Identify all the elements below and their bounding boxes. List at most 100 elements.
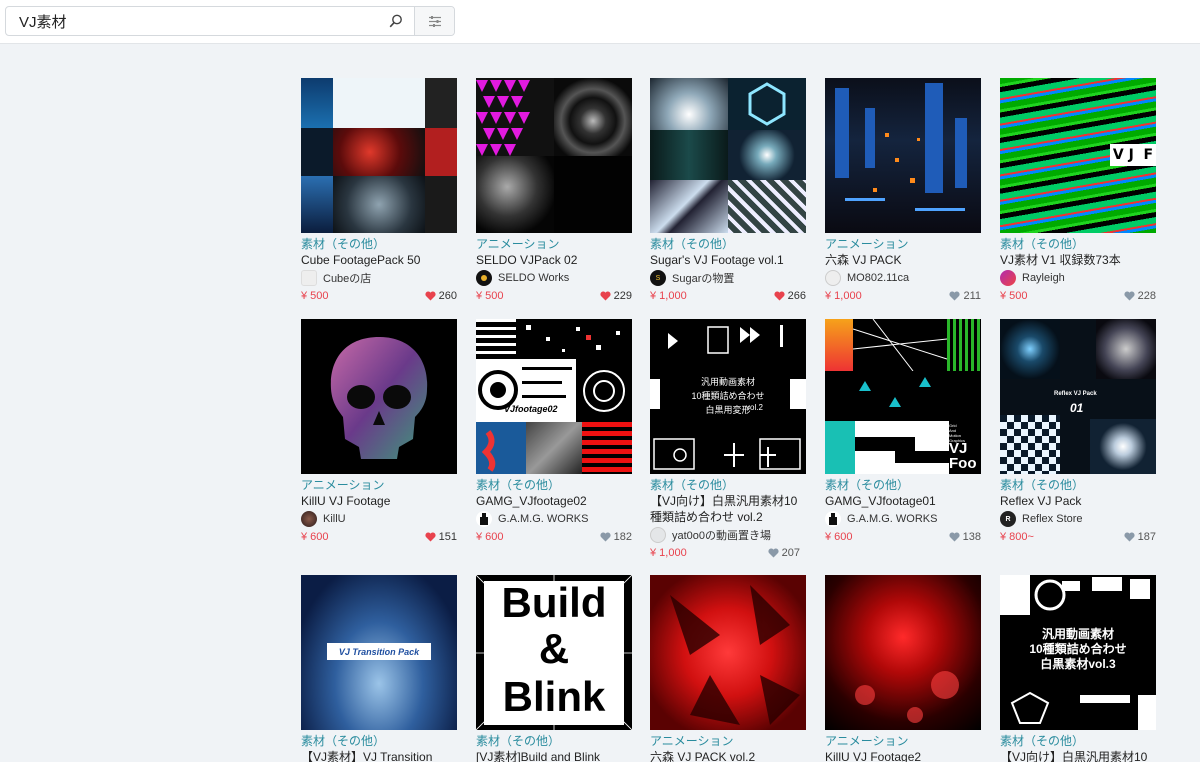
- product-thumbnail[interactable]: 汎用動画素材 10種類詰め合わせ 白黒素材vol.3: [1000, 575, 1156, 730]
- like-button[interactable]: 211: [949, 290, 981, 302]
- product-card[interactable]: Reflex VJ Pack 01 素材（その他） Reflex VJ Pack…: [1000, 319, 1156, 544]
- product-card[interactable]: 素材（その他） Sugar's VJ Footage vol.1 S Sugarの…: [650, 78, 806, 303]
- product-title[interactable]: GAMG_VJfootage02: [476, 493, 632, 509]
- category-label[interactable]: 素材（その他）: [476, 734, 632, 749]
- product-card[interactable]: Build & Blink 素材（その他） [VJ素材]Build and Bl…: [476, 575, 632, 762]
- category-label[interactable]: アニメーション: [650, 734, 806, 749]
- filter-button[interactable]: [414, 7, 454, 35]
- shop-name: SELDO Works: [498, 272, 570, 284]
- thumb-text: Reflex VJ Pack: [1054, 391, 1097, 397]
- product-thumbnail[interactable]: Build & Blink: [476, 575, 632, 730]
- product-card[interactable]: Grid And Motion Graphics VJ Foo 素材（その他） …: [825, 319, 981, 544]
- like-count: 187: [1137, 531, 1156, 543]
- product-title[interactable]: SELDO VJPack 02: [476, 252, 632, 268]
- like-button[interactable]: 266: [774, 290, 806, 302]
- category-label[interactable]: 素材（その他）: [650, 478, 806, 493]
- product-title[interactable]: Reflex VJ Pack: [1000, 493, 1156, 509]
- shop-link[interactable]: Cubeの店: [301, 270, 457, 286]
- search-button[interactable]: [378, 7, 414, 35]
- like-count: 228: [1137, 290, 1156, 302]
- like-count: 260: [438, 290, 457, 302]
- product-title[interactable]: KillU VJ Footage2: [825, 749, 981, 762]
- price: ¥ 600: [825, 531, 853, 543]
- category-label[interactable]: アニメーション: [825, 734, 981, 749]
- product-title[interactable]: KillU VJ Footage: [301, 493, 457, 509]
- product-thumbnail[interactable]: [476, 78, 632, 233]
- product-thumbnail[interactable]: [650, 575, 806, 730]
- thumb-text: VJfootage02: [504, 404, 558, 414]
- category-label[interactable]: 素材（その他）: [1000, 734, 1156, 749]
- product-title[interactable]: 【VJ向け】白黒汎用素材10: [1000, 749, 1156, 762]
- product-title[interactable]: Cube FootagePack 50: [301, 252, 457, 268]
- like-button[interactable]: 187: [1124, 531, 1156, 543]
- like-button[interactable]: 260: [425, 290, 457, 302]
- category-label[interactable]: アニメーション: [476, 237, 632, 252]
- product-thumbnail[interactable]: [825, 78, 981, 233]
- like-button[interactable]: 182: [600, 531, 632, 543]
- product-card[interactable]: V J F 素材（その他） VJ素材 V1 収録数73本 Rayleigh ¥ …: [1000, 78, 1156, 303]
- product-card[interactable]: 汎用動画素材 10種類詰め合わせ 白黒用変形 vol.2 素材（その他） 【VJ…: [650, 319, 806, 560]
- thumb-text: 汎用動画素材 10種類詰め合わせ 白黒用変形: [691, 377, 765, 415]
- product-thumbnail[interactable]: VJ Transition Pack: [301, 575, 457, 730]
- shop-link[interactable]: S Sugarの物置: [650, 270, 806, 286]
- product-title[interactable]: 【VJ向け】白黒汎用素材10種類詰め合わせ vol.2: [650, 493, 806, 525]
- category-label[interactable]: 素材（その他）: [476, 478, 632, 493]
- shop-avatar: [301, 511, 317, 527]
- shop-link[interactable]: Rayleigh: [1000, 270, 1156, 286]
- product-title[interactable]: 六森 VJ PACK vol.2: [650, 749, 806, 762]
- category-label[interactable]: 素材（その他）: [650, 237, 806, 252]
- search-input[interactable]: [6, 7, 378, 35]
- heart-icon: [425, 291, 436, 301]
- shop-link[interactable]: G.A.M.G. WORKS: [476, 511, 632, 527]
- like-button[interactable]: 229: [600, 290, 632, 302]
- shop-link[interactable]: yat0o0の動画置き場: [650, 527, 806, 543]
- category-label[interactable]: 素材（その他）: [1000, 478, 1156, 493]
- like-button[interactable]: 207: [768, 547, 800, 559]
- like-button[interactable]: 138: [949, 531, 981, 543]
- product-card[interactable]: VJ Transition Pack 素材（その他） 【VJ素材】VJ Tran…: [301, 575, 457, 762]
- category-label[interactable]: アニメーション: [825, 237, 981, 252]
- product-title[interactable]: GAMG_VJfootage01: [825, 493, 981, 509]
- category-label[interactable]: 素材（その他）: [1000, 237, 1156, 252]
- shop-avatar: S: [650, 270, 666, 286]
- product-thumbnail[interactable]: [301, 78, 457, 233]
- heart-icon: [774, 291, 785, 301]
- product-card[interactable]: アニメーション 六森 VJ PACK MO802.11ca ¥ 1,000 211: [825, 78, 981, 303]
- product-title[interactable]: [VJ素材]Build and Blink: [476, 749, 632, 762]
- product-title[interactable]: 六森 VJ PACK: [825, 252, 981, 268]
- product-thumbnail[interactable]: Grid And Motion Graphics VJ Foo: [825, 319, 981, 474]
- category-label[interactable]: 素材（その他）: [301, 734, 457, 749]
- like-count: 182: [613, 531, 632, 543]
- shop-link[interactable]: R Reflex Store: [1000, 511, 1156, 527]
- shop-link[interactable]: SELDO Works: [476, 270, 632, 286]
- product-title[interactable]: VJ素材 V1 収録数73本: [1000, 252, 1156, 268]
- like-button[interactable]: 228: [1124, 290, 1156, 302]
- shop-name: Cubeの店: [323, 273, 372, 285]
- like-button[interactable]: 151: [425, 531, 457, 543]
- product-thumbnail[interactable]: Reflex VJ Pack 01: [1000, 319, 1156, 474]
- shop-name: Reflex Store: [1022, 513, 1083, 525]
- product-card[interactable]: アニメーション KillU VJ Footage KillU ¥ 600 151: [301, 319, 457, 544]
- product-thumbnail[interactable]: [650, 78, 806, 233]
- product-card[interactable]: 素材（その他） Cube FootagePack 50 Cubeの店 ¥ 500…: [301, 78, 457, 303]
- product-card[interactable]: アニメーション SELDO VJPack 02 SELDO Works ¥ 50…: [476, 78, 632, 303]
- shop-link[interactable]: KillU: [301, 511, 457, 527]
- product-card[interactable]: アニメーション 六森 VJ PACK vol.2: [650, 575, 806, 762]
- category-label[interactable]: アニメーション: [301, 478, 457, 493]
- product-thumbnail[interactable]: VJfootage02: [476, 319, 632, 474]
- product-thumbnail[interactable]: [825, 575, 981, 730]
- category-label[interactable]: 素材（その他）: [301, 237, 457, 252]
- product-title[interactable]: 【VJ素材】VJ Transition Pack: [301, 749, 457, 762]
- thumb-text: V J F: [1110, 144, 1156, 166]
- shop-link[interactable]: G.A.M.G. WORKS: [825, 511, 981, 527]
- product-card[interactable]: 汎用動画素材 10種類詰め合わせ 白黒素材vol.3 素材（その他） 【VJ向け…: [1000, 575, 1156, 762]
- product-thumbnail[interactable]: 汎用動画素材 10種類詰め合わせ 白黒用変形 vol.2: [650, 319, 806, 474]
- product-card[interactable]: アニメーション KillU VJ Footage2: [825, 575, 981, 762]
- product-card[interactable]: VJfootage02 素材（その他） GAMG_VJfootage02 G.A…: [476, 319, 632, 544]
- product-title[interactable]: Sugar's VJ Footage vol.1: [650, 252, 806, 268]
- product-thumbnail[interactable]: [301, 319, 457, 474]
- category-label[interactable]: 素材（その他）: [825, 478, 981, 493]
- product-thumbnail[interactable]: V J F: [1000, 78, 1156, 233]
- shop-link[interactable]: MO802.11ca: [825, 270, 981, 286]
- heart-icon: [949, 532, 960, 542]
